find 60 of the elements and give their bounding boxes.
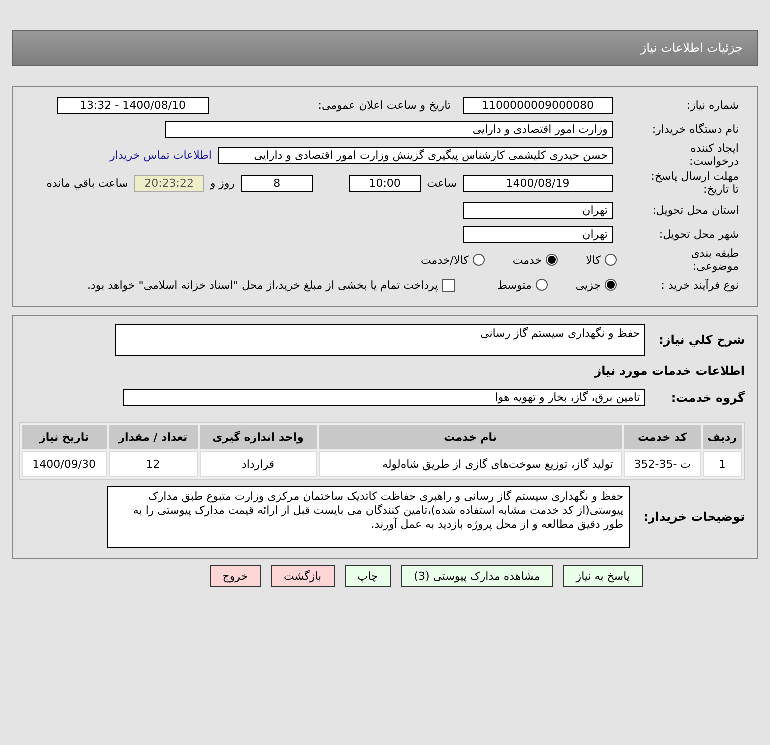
field-label: شرح کلي نياز: <box>659 332 745 346</box>
city-field: تهران <box>463 226 613 244</box>
action-button[interactable]: خروج <box>210 565 262 587</box>
table-cell: ت -35-352 <box>624 451 701 477</box>
contact-link[interactable]: اطلاعات تماس خریدار <box>110 148 212 162</box>
radio-label: کالا <box>586 254 601 266</box>
field-label: گروه خدمت: <box>671 390 745 405</box>
table-cell: 12 <box>108 451 198 477</box>
action-button[interactable]: چاپ <box>344 565 392 587</box>
column-header: کد خدمت <box>624 425 701 449</box>
remaining-time-field: 20:23:22 <box>134 174 204 192</box>
action-button[interactable]: پاسخ به نیاز <box>563 565 643 587</box>
field-label: تاریخ و ساعت اعلان عمومی: <box>317 98 451 112</box>
field-label: نوع فرآیند خرید : <box>660 278 739 292</box>
announce-date-field: 1400/08/10 - 13:32 <box>57 96 209 114</box>
column-header: تاریخ نیاز <box>22 425 107 449</box>
field-label: ساعت <box>427 176 457 190</box>
field-label: شماره نیاز: <box>686 98 739 112</box>
radio-label: خدمت <box>512 254 542 266</box>
section-title: اطلاعات خدمات مورد نیاز <box>594 364 745 378</box>
radio-button[interactable] <box>536 279 548 292</box>
buyer-field: وزارت امور اقتصادی و دارایی <box>165 121 613 138</box>
field-label: استان محل تحویل: <box>652 204 739 217</box>
field-label: ایجاد کننده درخواست: <box>688 142 739 168</box>
checkbox-label: پرداخت تمام یا بخشی از مبلغ خرید،از محل "اسناد خزانه اسلامی" خواهد بود. <box>88 278 438 292</box>
summary-field: حفظ و نگهداری سیستم گاز رسانی <box>115 324 646 356</box>
table-cell: تولید گاز، توزیع سوخت‌های گازی از طریق شاه‌لوله <box>318 451 622 477</box>
notes-field: حفظ و نگهداری سیستم گاز رسانی و راهبری حفاظت کاتدیک ساختمان مرکزی وزارت متبوع طبق مدارک پیوستی(از کد خدمت مشابه استفاده شده)،تامین کنندگان می بایست قبل از ارائه قیمت مدارک پیوستی را به طور دقیق مطالعه و از محل پروژه بازدید به عمل آورند. <box>106 486 630 548</box>
days-field: 8 <box>241 174 314 192</box>
radio-button[interactable] <box>472 254 485 266</box>
page-title: جزئیات اطلاعات نیاز <box>640 41 743 55</box>
column-header: واحد اندازه گیری <box>200 425 317 449</box>
field-label: مهلت ارسال پاسخ: تا تاریخ: <box>650 170 739 196</box>
field-label: ساعت باقي مانده <box>46 176 128 190</box>
radio-label: کالا/خدمت <box>421 254 469 266</box>
radio-label: جزیی <box>576 278 601 292</box>
field-label: شهر محل تحویل: <box>658 228 739 242</box>
action-button[interactable]: مشاهده مدارک پیوستی (3) <box>401 565 554 587</box>
radio-button[interactable] <box>605 279 617 292</box>
deadline-date-field: 1400/08/19 <box>463 174 613 192</box>
field-label: طبقه بندی موضوعی: <box>690 247 739 273</box>
table-cell: 1400/09/30 <box>22 451 107 477</box>
radio-label: متوسط <box>497 278 532 292</box>
column-header: تعداد / مقدار <box>108 425 198 449</box>
field-label: توضیحات خریدار: <box>644 510 745 524</box>
checkbox[interactable] <box>442 278 456 292</box>
service-group-field: تامین برق، گاز، بخار و تهویه هوا <box>123 389 646 406</box>
field-label: روز و <box>210 176 236 190</box>
action-button[interactable]: بازگشت <box>271 565 335 587</box>
radio-button[interactable] <box>605 254 617 266</box>
radio-button[interactable] <box>546 254 558 266</box>
field-label: نام دستگاه خریدار: <box>651 123 739 136</box>
table-cell: 1 <box>702 451 742 477</box>
need-number-field: 1100000009000080 <box>463 96 613 114</box>
column-header: ردیف <box>702 425 742 449</box>
table-cell: قرارداد <box>200 451 317 477</box>
creator-field: حسن حیدری کلیشمی کارشناس پیگیری گزینش وزارت امور اقتصادی و دارایی <box>218 146 613 164</box>
column-header: نام خدمت <box>318 425 622 449</box>
province-field: تهران <box>463 202 613 219</box>
deadline-time-field: 10:00 <box>349 174 422 192</box>
